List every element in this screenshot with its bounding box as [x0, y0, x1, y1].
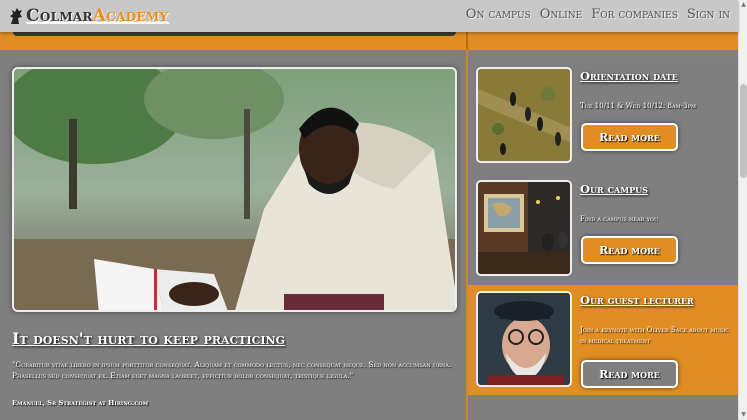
- nav-online[interactable]: Online: [540, 7, 583, 22]
- nav-for-companies[interactable]: For companies: [591, 7, 678, 22]
- card-image: [476, 67, 572, 163]
- card-title[interactable]: Orientation date: [580, 69, 678, 83]
- campus-cafe-illustration: [478, 182, 570, 274]
- scroll-up-icon[interactable]: ▲: [740, 1, 747, 9]
- hero-title[interactable]: It doesn't hurt to keep practicing: [12, 329, 285, 348]
- card-guest-lecturer: Our guest lecturer Join a keynote with O…: [468, 285, 738, 395]
- nav-sign-in[interactable]: Sign in: [687, 7, 730, 22]
- card-image: [476, 291, 572, 387]
- sidebar-bottom: [468, 395, 738, 420]
- nav-on-campus[interactable]: On campus: [466, 7, 531, 22]
- scrollbar[interactable]: ▲ ▼: [738, 0, 747, 420]
- card-text: Tue 10/11 & Wed 10/12: 8am-3pm: [580, 102, 696, 110]
- hero-image: [12, 67, 457, 312]
- card-title[interactable]: Our campus: [580, 182, 648, 196]
- elderly-man-illustration: [478, 293, 570, 385]
- card-orientation: Orientation date Tue 10/11 & Wed 10/12: …: [468, 61, 738, 175]
- scroll-thumb[interactable]: [740, 84, 747, 178]
- card-title[interactable]: Our guest lecturer: [580, 293, 694, 307]
- read-more-button[interactable]: Read more: [581, 360, 678, 388]
- card-text: Find a campus near you: [580, 215, 659, 223]
- hero-quote: "Curabitur vitae libero in ipsum porttit…: [12, 360, 452, 380]
- card-text: Join a keynote with Oliver Sack about mu…: [580, 326, 730, 345]
- hero-section: It doesn't hurt to keep practicing "Cura…: [0, 50, 466, 420]
- card-campus: Our campus Find a campus near you Read m…: [468, 174, 738, 288]
- site-header: ColmarAcademy On campus Online For compa…: [0, 0, 738, 32]
- card-image: [476, 180, 572, 276]
- logo-text: ColmarAcademy: [26, 6, 169, 26]
- read-more-button[interactable]: Read more: [581, 236, 678, 264]
- student-reading-illustration: [14, 69, 455, 310]
- hero-author: Emanuel, Sr Strategist at Hiring.com: [12, 399, 149, 407]
- bird-icon: [10, 8, 22, 24]
- logo[interactable]: ColmarAcademy: [8, 5, 168, 27]
- aerial-people-walking-illustration: [478, 69, 570, 161]
- main-nav: On campus Online For companies Sign in: [466, 7, 730, 22]
- column-divider-top: [466, 32, 468, 50]
- scroll-down-icon[interactable]: ▼: [740, 411, 747, 419]
- read-more-button[interactable]: Read more: [581, 123, 678, 151]
